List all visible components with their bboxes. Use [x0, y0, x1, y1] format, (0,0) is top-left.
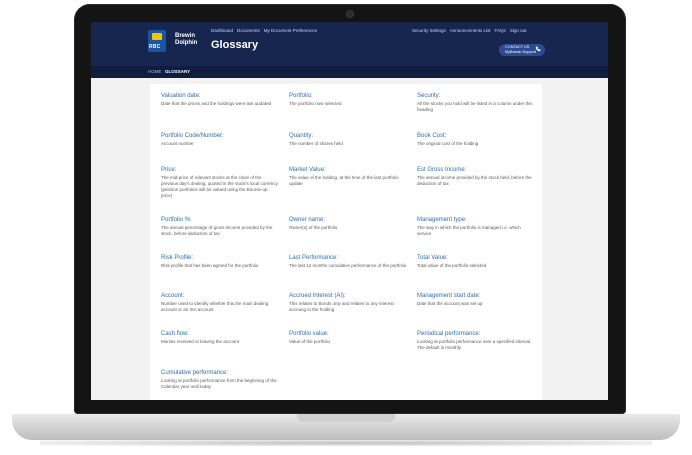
glossary-item: Quantity: The number of shares held	[289, 132, 407, 147]
glossary-item: Owner name: Owner(s) of the portfolio	[289, 216, 407, 231]
page-title: Glossary	[211, 39, 259, 51]
glossary-definition: Account number	[161, 141, 194, 146]
glossary-term: Book Cost:	[417, 133, 447, 139]
glossary-term: Last Performance:	[289, 255, 339, 261]
glossary-definition: The value of the holding, at the time of…	[289, 175, 399, 186]
glossary-definition: Date that the account was set up	[417, 301, 483, 306]
laptop-shadow	[40, 440, 652, 446]
glossary-definition: The annual income provided by the stock …	[417, 175, 532, 186]
glossary-term: Account:	[161, 293, 185, 299]
glossary-definition: The original cost of the holding	[417, 141, 479, 146]
glossary-definition: The last 12 months cumulative performanc…	[289, 263, 407, 268]
glossary-definition: This relates to Bonds only and relates t…	[289, 301, 394, 312]
nav-document-preferences-link[interactable]: My Document Preferences	[264, 28, 317, 33]
glossary-definition: Risk profile that has been agreed for th…	[161, 263, 259, 268]
glossary-definition: The way in which the portfolio is manage…	[417, 225, 521, 236]
glossary-definition: Looking at portfolio performance over a …	[417, 339, 532, 350]
glossary-term: Management type:	[417, 217, 467, 223]
brand-name-line1: Brewin	[175, 33, 196, 39]
glossary-item: Portfolio value: Value of the portfolio	[289, 330, 407, 345]
glossary-definition: Total value of the portfolio selected	[417, 263, 487, 268]
glossary-item: Portfolio %: The annual percentage of gr…	[161, 216, 279, 237]
contact-us-label: CONTACT US	[505, 45, 530, 49]
glossary-term: Portfolio %:	[161, 217, 192, 223]
glossary-item: Account: Number used to identify whether…	[161, 292, 279, 313]
glossary-term: Risk Profile:	[161, 255, 194, 261]
glossary-term: Cumulative performance:	[161, 370, 229, 376]
nav-faqs-link[interactable]: FAQs	[495, 28, 506, 33]
glossary-term: Total Value:	[417, 255, 448, 261]
glossary-item: Cash flow: Monies received or leaving th…	[161, 330, 279, 345]
glossary-panel: Valuation date: Date that the prices and…	[150, 84, 542, 400]
laptop-frame: RBC Brewin Dolphin Dashboard Documents M…	[0, 0, 692, 455]
glossary-term: Portfolio:	[289, 93, 313, 99]
glossary-definition: The portfolio now selected	[289, 101, 342, 106]
glossary-item: Management start date: Date that the acc…	[417, 292, 535, 307]
site-header: RBC Brewin Dolphin Dashboard Documents M…	[91, 22, 608, 66]
glossary-term: Est Gross Income:	[417, 167, 467, 173]
glossary-item: Price: The mid-price of relevant stocks …	[161, 166, 279, 199]
glossary-term: Portfolio Code/Number:	[161, 133, 224, 139]
glossary-definition: Looking at portfolio performance from th…	[161, 378, 277, 389]
logo-shield-icon	[152, 33, 162, 40]
nav-security-settings-link[interactable]: Security Settings	[412, 28, 446, 33]
utility-nav: Security Settings Announcements List FAQ…	[412, 28, 526, 33]
glossary-term: Cash flow:	[161, 331, 190, 337]
glossary-item: Management type: The way in which the po…	[417, 216, 535, 237]
nav-announcements-link[interactable]: Announcements List	[450, 28, 491, 33]
glossary-term: Owner name:	[289, 217, 326, 223]
glossary-item: Market Value: The value of the holding, …	[289, 166, 407, 187]
glossary-definition: Owner(s) of the portfolio	[289, 225, 338, 230]
glossary-item: Risk Profile: Risk profile that has been…	[161, 254, 279, 269]
main-nav: Dashboard Documents My Document Preferen…	[211, 28, 317, 33]
glossary-item: Security: All the stocks you hold will b…	[417, 92, 535, 113]
glossary-term: Price:	[161, 167, 177, 173]
nav-documents-link[interactable]: Documents	[237, 28, 260, 33]
glossary-definition: Number used to identify whether this the…	[161, 301, 269, 312]
camera-icon	[346, 10, 354, 18]
glossary-item: Accrued Interest (AI): This relates to B…	[289, 292, 407, 313]
glossary-definition: Value of the portfolio	[289, 339, 330, 344]
laptop-notch	[297, 414, 395, 422]
nav-dashboard-link[interactable]: Dashboard	[211, 28, 233, 33]
glossary-term: Valuation date:	[161, 93, 201, 99]
glossary-term: Quantity:	[289, 133, 314, 139]
glossary-item: Periodical performance: Looking at portf…	[417, 330, 535, 351]
glossary-definition: Monies received or leaving the account	[161, 339, 240, 344]
glossary-definition: All the stocks you hold will be listed i…	[417, 101, 533, 112]
glossary-item: Last Performance: The last 12 months cum…	[289, 254, 407, 269]
glossary-item: Book Cost: The original cost of the hold…	[417, 132, 535, 147]
glossary-item: Total Value: Total value of the portfoli…	[417, 254, 535, 269]
glossary-term: Portfolio value:	[289, 331, 329, 337]
glossary-term: Market Value:	[289, 167, 326, 173]
breadcrumb-home-link[interactable]: HOME	[148, 69, 162, 74]
brand-name-line2: Dolphin	[175, 40, 198, 46]
glossary-item: Portfolio Code/Number: Account number	[161, 132, 279, 147]
glossary-item: Portfolio: The portfolio now selected	[289, 92, 407, 107]
screen: RBC Brewin Dolphin Dashboard Documents M…	[91, 22, 608, 400]
glossary-definition: The mid-price of relevant stocks at the …	[161, 175, 279, 198]
glossary-term: Periodical performance:	[417, 331, 481, 337]
glossary-item: Valuation date: Date that the prices and…	[161, 92, 279, 107]
glossary-definition: The number of shares held	[289, 141, 343, 146]
glossary-term: Accrued Interest (AI):	[289, 293, 346, 299]
logo-text: RBC	[149, 44, 161, 50]
phone-icon	[535, 46, 541, 52]
glossary-item: Est Gross Income: The annual income prov…	[417, 166, 535, 187]
breadcrumb-current: GLOSSARY	[165, 69, 191, 74]
nav-sign-out-link[interactable]: Sign out	[510, 28, 527, 33]
glossary-term: Management start date:	[417, 293, 481, 299]
breadcrumb: HOME GLOSSARY	[91, 66, 608, 78]
glossary-term: Security:	[417, 93, 441, 99]
glossary-definition: The annual percentage of gross income pr…	[161, 225, 273, 236]
glossary-definition: Date that the prices and the holdings we…	[161, 101, 272, 106]
glossary-item: Cumulative performance: Looking at portf…	[161, 369, 279, 390]
contact-us-sublabel: MyBrewin Support	[505, 50, 537, 54]
